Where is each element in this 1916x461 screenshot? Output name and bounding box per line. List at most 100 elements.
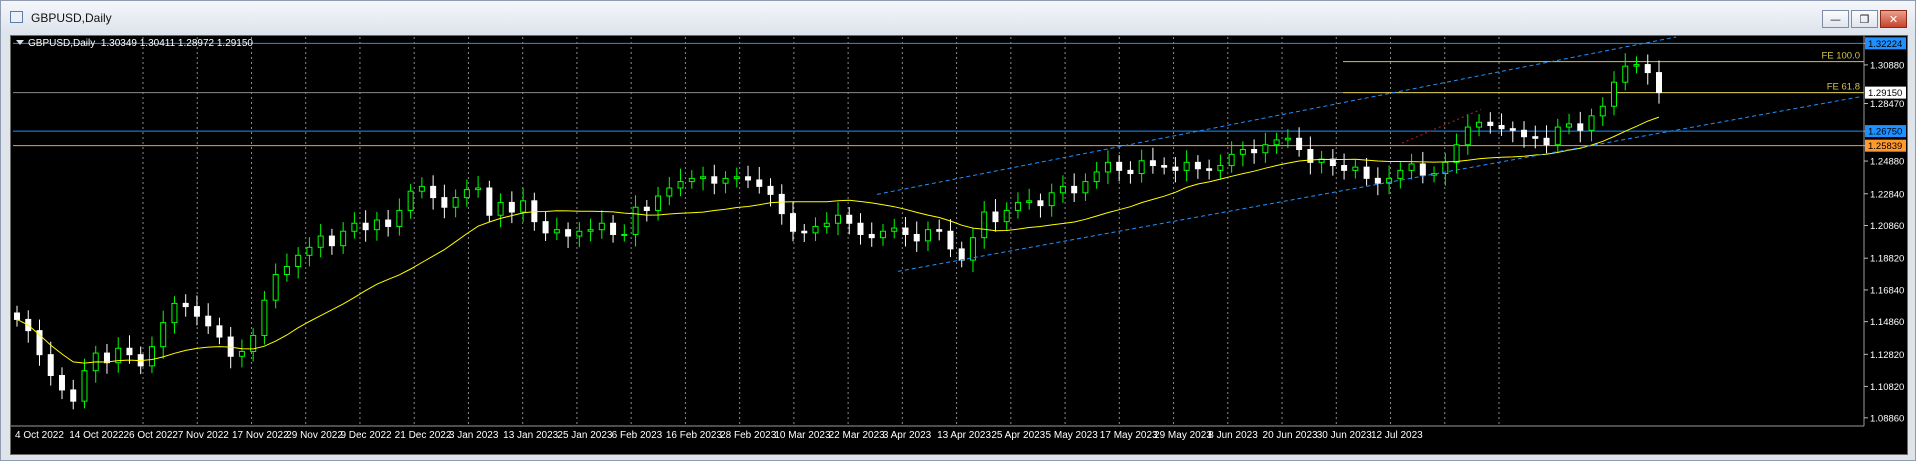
- candle-body: [565, 229, 572, 237]
- candle-body: [81, 370, 88, 402]
- candle-body: [126, 347, 133, 356]
- title-bar[interactable]: GBPUSD,Daily — ❐ ✕: [1, 1, 1915, 35]
- candle-body: [1059, 185, 1066, 194]
- candle-body: [924, 229, 931, 242]
- candle-body: [1206, 168, 1213, 171]
- candle-body: [70, 389, 77, 402]
- candle-body: [767, 185, 774, 195]
- minimize-button[interactable]: —: [1822, 10, 1849, 28]
- candle-body: [1296, 137, 1303, 151]
- candle-body: [328, 235, 335, 247]
- candle-body: [790, 213, 797, 232]
- price-label-text: 1.29150: [1868, 88, 1902, 99]
- candle-body: [1071, 185, 1078, 194]
- price-axis-label: 1.08860: [1870, 413, 1904, 424]
- candle-body: [1284, 137, 1291, 141]
- time-axis-label: 3 Apr 2023: [883, 430, 932, 441]
- candle-body: [1453, 144, 1460, 163]
- restore-button[interactable]: ❐: [1851, 10, 1878, 28]
- candle-body: [1476, 121, 1483, 128]
- candle-body: [1521, 129, 1528, 138]
- time-axis-label: 10 Mar 2023: [774, 430, 831, 441]
- chart-symbol: GBPUSD,Daily: [28, 38, 96, 49]
- time-axis-label: 17 May 2023: [1100, 430, 1158, 441]
- candle-body: [182, 302, 189, 308]
- candle-body: [340, 230, 347, 247]
- candle-body: [857, 222, 864, 235]
- candle-body: [1082, 181, 1089, 194]
- candle-body: [1633, 64, 1640, 67]
- candle-body: [475, 187, 482, 191]
- time-axis-label: 28 Feb 2023: [720, 430, 777, 441]
- candle-body: [1251, 149, 1258, 154]
- candle-body: [1217, 165, 1224, 171]
- collapse-arrow-icon[interactable]: [16, 40, 24, 45]
- chart-info-label[interactable]: GBPUSD,Daily 1.30349 1.30411 1.28972 1.2…: [16, 38, 253, 49]
- time-axis-label: 16 Feb 2023: [666, 430, 723, 441]
- candle-body: [902, 227, 909, 235]
- candle-body: [47, 354, 54, 377]
- candle-body: [317, 235, 324, 248]
- candle-body: [553, 229, 560, 234]
- candle-body: [1577, 123, 1584, 131]
- candle-body: [1014, 201, 1021, 211]
- candle-body: [1374, 177, 1381, 184]
- candle-body: [385, 219, 392, 227]
- candle-body: [373, 219, 380, 231]
- price-axis-label: 1.30880: [1870, 60, 1904, 71]
- time-axis-label: 29 Nov 2022: [286, 430, 343, 441]
- price-chart[interactable]: 4 Oct 2022 14 Oct 2022 26 Oct 2022 7 Nov 20…: [10, 35, 1908, 455]
- candle-body: [992, 211, 999, 223]
- candle-body: [1127, 169, 1134, 175]
- candle-body: [160, 322, 167, 348]
- time-axis-label: 9 Dec 2022: [340, 430, 392, 441]
- channel-upper-line: [876, 36, 1677, 195]
- candle-body: [14, 312, 20, 320]
- candle-body: [1464, 126, 1471, 146]
- candle-body: [1093, 171, 1100, 183]
- candle-body: [947, 230, 954, 250]
- candle-body: [306, 246, 313, 256]
- candle-body: [1644, 64, 1651, 74]
- candle-body: [666, 187, 673, 197]
- close-button[interactable]: ✕: [1880, 10, 1907, 28]
- candle-body: [688, 177, 695, 183]
- time-axis-label: 8 Jun 2023: [1208, 430, 1258, 441]
- candle-body: [272, 274, 279, 301]
- candle-body: [733, 176, 740, 179]
- time-axis-label: 14 Oct 2022: [69, 430, 124, 441]
- candle-body: [1363, 166, 1370, 179]
- candle-body: [1352, 166, 1359, 171]
- candle-body: [193, 306, 200, 317]
- price-axis-label: 1.24880: [1870, 157, 1904, 168]
- candle-body: [1543, 137, 1550, 146]
- candle-body: [441, 197, 448, 208]
- candle-body: [542, 221, 549, 234]
- price-axis-label: 1.16840: [1870, 285, 1904, 296]
- price-axis-label: 1.10820: [1870, 382, 1904, 393]
- candle-body: [463, 189, 470, 199]
- candle-body: [295, 254, 302, 268]
- candle-body: [756, 179, 763, 187]
- candle-body: [677, 181, 684, 189]
- candle-body: [936, 229, 943, 232]
- candle-body: [1656, 72, 1662, 94]
- candle-body: [430, 185, 437, 199]
- fibo-expansion-label: FE 61.8: [1827, 82, 1860, 93]
- candle-body: [508, 201, 515, 213]
- candle-body: [1116, 161, 1123, 171]
- channel-lower-line: [897, 96, 1862, 272]
- candle-body: [632, 206, 639, 235]
- price-label-text: 1.26750: [1868, 127, 1902, 138]
- candle-body: [1611, 81, 1618, 107]
- candle-body: [1194, 161, 1201, 170]
- candle-body: [452, 197, 459, 208]
- candle-body: [520, 200, 527, 213]
- price-axis-label: 1.12820: [1870, 350, 1904, 361]
- time-axis-label: 5 May 2023: [1046, 430, 1099, 441]
- candle-body: [1048, 192, 1055, 207]
- chart-canvas[interactable]: 4 Oct 2022 14 Oct 2022 26 Oct 2022 7 Nov 20…: [11, 36, 1907, 454]
- candle-body: [171, 302, 178, 324]
- candle-body: [1273, 139, 1280, 146]
- candle-body: [1498, 124, 1505, 130]
